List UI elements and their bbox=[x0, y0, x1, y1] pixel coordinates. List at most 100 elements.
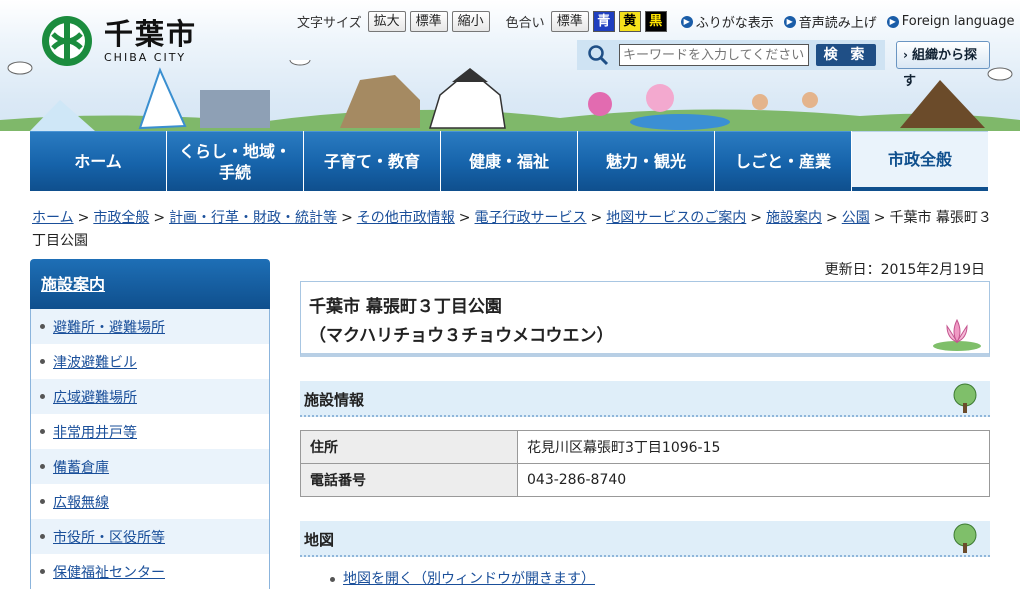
nav-city-administration[interactable]: 市政全般 bbox=[852, 131, 988, 191]
nav-label: 魅力・観光 bbox=[605, 152, 686, 171]
side-nav-item-label: 津波避難ビル bbox=[53, 354, 137, 371]
voice-label: 音声読み上げ bbox=[798, 16, 877, 31]
table-row-label: 住所 bbox=[300, 430, 518, 464]
breadcrumb: ホーム > 市政全般 > 計画・行革・財政・統計等 > その他市政情報 > 電子行政サービス > 地… bbox=[32, 207, 992, 253]
breadcrumb-link[interactable]: 施設案内 bbox=[766, 210, 822, 226]
section-heading-text: 地図 bbox=[304, 531, 335, 549]
facility-info-table: 住所 花見川区幕張町3丁目1096-15 電話番号 043-286-8740 bbox=[300, 430, 990, 497]
nav-label: 子育て・教育 bbox=[323, 152, 420, 171]
side-nav-item[interactable]: 保健福祉センター bbox=[31, 554, 269, 589]
side-nav-item-label: 市役所・区役所等 bbox=[53, 529, 165, 546]
side-nav-item[interactable]: 広報無線 bbox=[31, 484, 269, 519]
page-title-box: 千葉市 幕張町３丁目公園 （マクハリチョウ３チョウメコウエン） bbox=[300, 281, 990, 357]
open-map-link[interactable]: 地図を開く（別ウィンドウが開きます） bbox=[330, 568, 595, 588]
color-yellow-button[interactable]: 黄 bbox=[618, 11, 641, 32]
color-blue-button[interactable]: 青 bbox=[592, 11, 615, 32]
voice-link[interactable]: ▶ 音声読み上げ bbox=[783, 12, 877, 31]
utility-bar: 文字サイズ 拡大 標準 縮小 色合い 標準 青 黄 黒 ▶ ふりがな表示 ▶ 音… bbox=[297, 11, 1015, 32]
bullet-icon bbox=[40, 324, 45, 329]
foreign-language-link[interactable]: ▶ Foreign language bbox=[886, 14, 1015, 29]
nav-label: 健康・福祉 bbox=[468, 152, 549, 171]
side-nav-item-label: 広報無線 bbox=[53, 494, 109, 511]
breadcrumb-link[interactable]: ホーム bbox=[32, 210, 74, 226]
nav-label: くらし・地域・ bbox=[178, 141, 291, 161]
font-size-smaller-button[interactable]: 縮小 bbox=[451, 11, 490, 32]
tree-icon bbox=[953, 383, 977, 413]
bullet-icon bbox=[330, 576, 335, 582]
side-navigation: 施設案内 避難所・避難場所 津波避難ビル 広域避難場所 非常用井戸等 備蓄倉庫 … bbox=[30, 259, 270, 589]
table-row-label: 電話番号 bbox=[300, 463, 518, 497]
bullet-icon bbox=[40, 569, 45, 574]
side-nav-item[interactable]: 広域避難場所 bbox=[31, 379, 269, 414]
nav-childcare-education[interactable]: 子育て・教育 bbox=[304, 131, 440, 191]
font-size-larger-button[interactable]: 拡大 bbox=[367, 11, 406, 32]
breadcrumb-separator: > bbox=[341, 210, 353, 226]
side-nav-item[interactable]: 市役所・区役所等 bbox=[31, 519, 269, 554]
breadcrumb-link[interactable]: 計画・行革・財政・統計等 bbox=[169, 210, 337, 226]
nav-health-welfare[interactable]: 健康・福祉 bbox=[441, 131, 577, 191]
site-header: 千葉市 CHIBA CITY 文字サイズ 拡大 標準 縮小 色合い 標準 青 黄… bbox=[0, 0, 1020, 131]
nav-label: 市政全般 bbox=[887, 150, 952, 169]
table-row-value: 花見川区幕張町3丁目1096-15 bbox=[517, 430, 990, 464]
updated-date: 更新日：2015年2月19日 bbox=[824, 262, 985, 278]
breadcrumb-separator: > bbox=[458, 210, 471, 226]
side-nav-item-label: 保健福祉センター bbox=[53, 564, 165, 581]
logo-japanese-text: 千葉市 bbox=[104, 16, 198, 51]
font-size-standard-button[interactable]: 標準 bbox=[409, 11, 448, 32]
breadcrumb-link[interactable]: 電子行政サービス bbox=[475, 210, 587, 226]
arrow-right-icon: ▶ bbox=[886, 15, 899, 28]
nav-work-industry[interactable]: しごと・産業 bbox=[715, 131, 851, 191]
breadcrumb-separator: > bbox=[590, 210, 603, 226]
side-nav-item-label: 広域避難場所 bbox=[53, 389, 137, 406]
bullet-icon bbox=[40, 499, 45, 504]
breadcrumb-link[interactable]: 地図サービスのご案内 bbox=[606, 210, 746, 226]
bullet-icon bbox=[40, 359, 45, 364]
nav-living[interactable]: くらし・地域・ 手続 bbox=[167, 131, 303, 191]
arrow-right-icon: ▶ bbox=[680, 15, 693, 28]
breadcrumb-separator: > bbox=[153, 210, 166, 226]
breadcrumb-link[interactable]: 市政全般 bbox=[93, 210, 149, 226]
breadcrumb-separator: > bbox=[873, 210, 886, 226]
breadcrumb-link[interactable]: その他市政情報 bbox=[357, 210, 455, 226]
furigana-label: ふりがな表示 bbox=[695, 16, 774, 31]
color-black-button[interactable]: 黒 bbox=[644, 11, 667, 32]
side-nav-item-label: 備蓄倉庫 bbox=[53, 459, 109, 476]
font-size-label: 文字サイズ bbox=[297, 16, 362, 31]
breadcrumb-separator: > bbox=[750, 210, 762, 226]
color-standard-button[interactable]: 標準 bbox=[550, 11, 589, 32]
bullet-icon bbox=[40, 429, 45, 434]
side-nav-item[interactable]: 避難所・避難場所 bbox=[31, 309, 269, 344]
side-nav-item[interactable]: 備蓄倉庫 bbox=[31, 449, 269, 484]
foreign-language-label: Foreign language bbox=[901, 14, 1015, 29]
furigana-link[interactable]: ▶ ふりがな表示 bbox=[680, 12, 774, 31]
side-nav-item[interactable]: 津波避難ビル bbox=[31, 344, 269, 379]
tree-icon bbox=[953, 523, 977, 553]
arrow-right-icon: ▶ bbox=[783, 15, 796, 28]
nav-home[interactable]: ホーム bbox=[30, 131, 166, 191]
nav-label-line2: 手続 bbox=[218, 162, 251, 182]
section-heading-text: 施設情報 bbox=[304, 391, 365, 409]
side-nav-item-label: 避難所・避難場所 bbox=[53, 319, 165, 336]
page-title: 千葉市 幕張町３丁目公園 bbox=[309, 297, 502, 317]
table-row-value: 043-286-8740 bbox=[517, 463, 990, 497]
side-nav-item[interactable]: 非常用井戸等 bbox=[31, 414, 269, 449]
page-title-reading: （マクハリチョウ３チョウメコウエン） bbox=[309, 326, 614, 346]
global-navigation: ホーム くらし・地域・ 手続 子育て・教育 健康・福祉 魅力・観光 しごと・産業 … bbox=[30, 131, 990, 191]
side-nav-list: 避難所・避難場所 津波避難ビル 広域避難場所 非常用井戸等 備蓄倉庫 広報無線 … bbox=[30, 309, 270, 589]
breadcrumb-separator: > bbox=[77, 210, 90, 226]
color-label: 色合い bbox=[505, 16, 545, 31]
lotus-flower-icon bbox=[933, 318, 981, 351]
nav-label: ホーム bbox=[74, 152, 122, 171]
side-nav-title[interactable]: 施設案内 bbox=[30, 259, 270, 309]
nav-attractions-tourism[interactable]: 魅力・観光 bbox=[578, 131, 714, 191]
section-heading-map: 地図 bbox=[300, 521, 990, 557]
section-heading-facility-info: 施設情報 bbox=[300, 381, 990, 417]
breadcrumb-separator: > bbox=[826, 210, 838, 226]
breadcrumb-link[interactable]: 公園 bbox=[842, 210, 870, 226]
side-nav-item-label: 非常用井戸等 bbox=[53, 424, 137, 441]
table-row: 電話番号 043-286-8740 bbox=[300, 463, 990, 497]
header-illustration bbox=[0, 60, 1020, 131]
table-row: 住所 花見川区幕張町3丁目1096-15 bbox=[300, 430, 990, 464]
bullet-icon bbox=[40, 394, 45, 399]
nav-label: しごと・産業 bbox=[734, 152, 831, 171]
